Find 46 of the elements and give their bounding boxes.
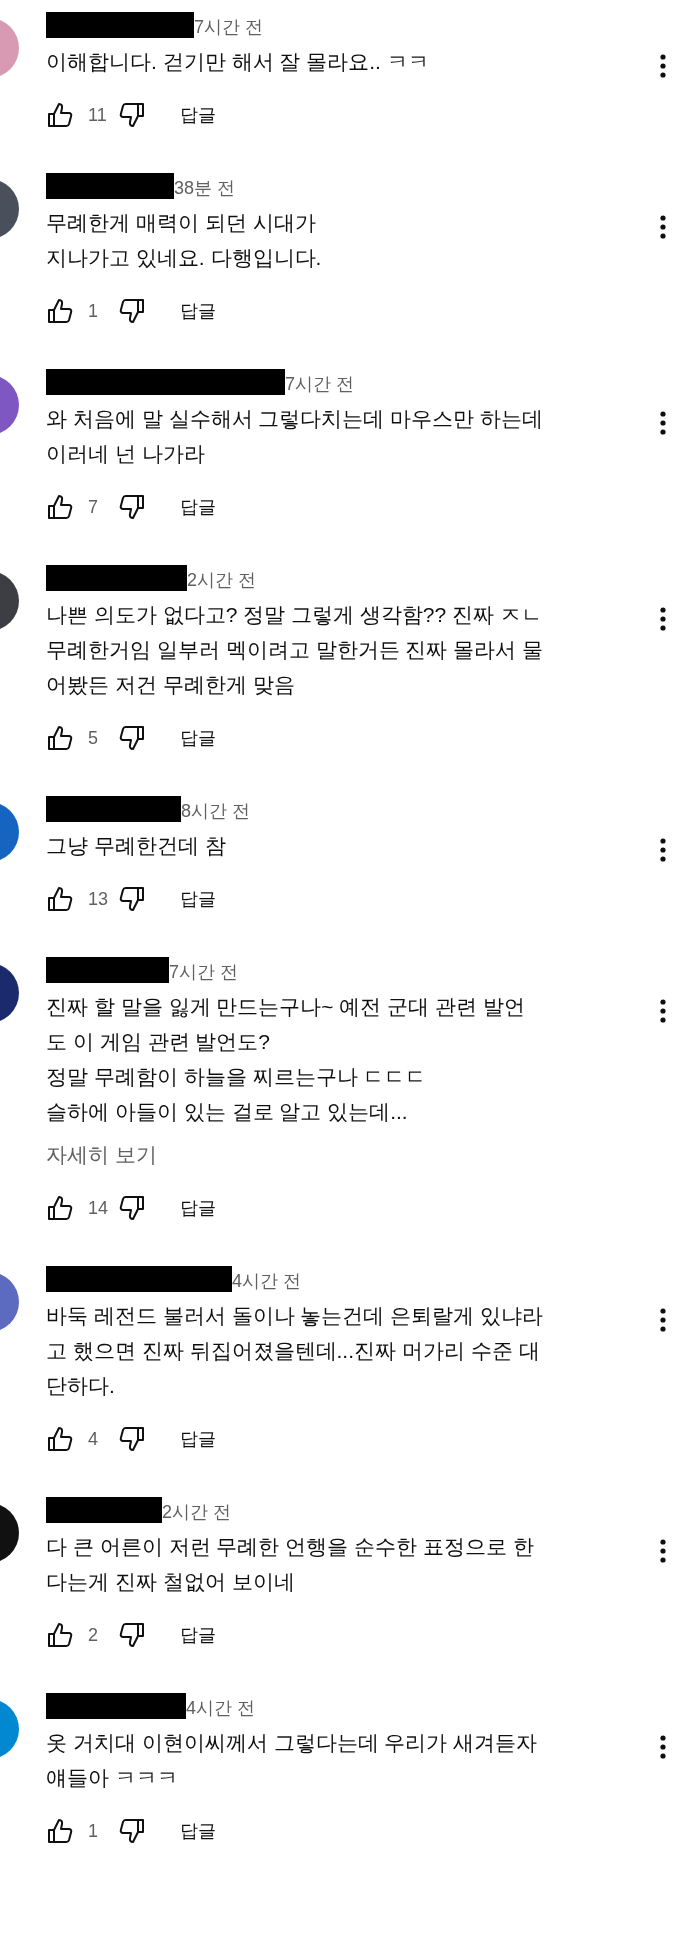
more-options-icon[interactable] — [660, 838, 666, 862]
timestamp: 2시간 전 — [187, 569, 256, 591]
more-options-icon[interactable] — [660, 999, 666, 1023]
like-count: 4 — [88, 1427, 99, 1451]
read-more-link[interactable]: 자세히 보기 — [46, 1137, 157, 1172]
comment-text: 진짜 할 말을 잃게 만드는구나~ 예전 군대 관련 발언 도 이 게임 관련 발언도? 정말 무례함이 하늘을 찌르는구나 ㄷㄷㄷ 슬하에 아들이 있는 걸로 알고 있는데... — [46, 994, 526, 1125]
more-options-icon[interactable] — [660, 1735, 666, 1759]
more-options-icon[interactable] — [660, 607, 666, 631]
like-count: 1 — [88, 1819, 99, 1843]
like-count: 14 — [88, 1196, 110, 1220]
timestamp: 4시간 전 — [232, 1270, 301, 1292]
more-options-icon[interactable] — [660, 215, 666, 239]
comment-text: 옷 거치대 이현이씨께서 그렇다는데 우리가 새겨듣자 얘들아 ㅋㅋㅋ — [46, 1730, 539, 1791]
timestamp: 7시간 전 — [194, 16, 263, 38]
reply-button[interactable]: 답글 — [172, 1617, 224, 1653]
more-options-icon[interactable] — [660, 1539, 666, 1563]
reply-button[interactable]: 답글 — [172, 881, 224, 917]
more-options-icon[interactable] — [660, 411, 666, 435]
comment-text: 와 처음에 말 실수해서 그렇다치는데 마우스만 하는데 이러네 넌 나가라 — [46, 406, 544, 467]
timestamp: 8시간 전 — [181, 800, 250, 822]
like-count: 13 — [88, 887, 110, 911]
like-count: 5 — [88, 726, 99, 750]
timestamp: 38분 전 — [174, 177, 236, 199]
timestamp: 4시간 전 — [186, 1697, 255, 1719]
more-options-icon[interactable] — [660, 54, 666, 78]
timestamp: 7시간 전 — [285, 373, 354, 395]
timestamp: 2시간 전 — [162, 1501, 231, 1523]
reply-button[interactable]: 답글 — [172, 1813, 224, 1849]
reply-button[interactable]: 답글 — [172, 1190, 224, 1226]
reply-button[interactable]: 답글 — [172, 720, 224, 756]
timestamp: 7시간 전 — [169, 961, 238, 983]
reply-button[interactable]: 답글 — [172, 293, 224, 329]
comment-text: 무례한게 매력이 되던 시대가 지나가고 있네요. 다행입니다. — [46, 210, 323, 271]
like-count: 2 — [88, 1623, 99, 1647]
reply-button[interactable]: 답글 — [172, 1421, 224, 1457]
reply-button[interactable]: 답글 — [172, 97, 224, 133]
comment-text: 바둑 레전드 불러서 돌이나 놓는건데 은퇴랄게 있냐라 고 했으면 진짜 뒤집어졌을텐데...진짜 머가리 수준 대 단하다. — [46, 1303, 544, 1399]
like-count: 11 — [88, 103, 108, 127]
reply-button[interactable]: 답글 — [172, 489, 224, 525]
like-count: 1 — [88, 299, 99, 323]
comment-text: 나쁜 의도가 없다고? 정말 그렇게 생각함?? 진짜 ㅈㄴ 무례한거임 일부러 멕이려고 말한거든 진짜 몰라서 물 어봤든 저건 무례한게 맞음 — [46, 602, 544, 698]
comment-text: 이해합니다. 걷기만 해서 잘 몰라요.. ㅋㅋ — [46, 49, 430, 75]
like-count: 7 — [88, 495, 99, 519]
comment-text: 그냥 무례한건데 참 — [46, 833, 227, 859]
comment-text: 다 큰 어른이 저런 무례한 언행을 순수한 표정으로 한 다는게 진짜 철없어 보이네 — [46, 1534, 535, 1595]
more-options-icon[interactable] — [660, 1308, 666, 1332]
